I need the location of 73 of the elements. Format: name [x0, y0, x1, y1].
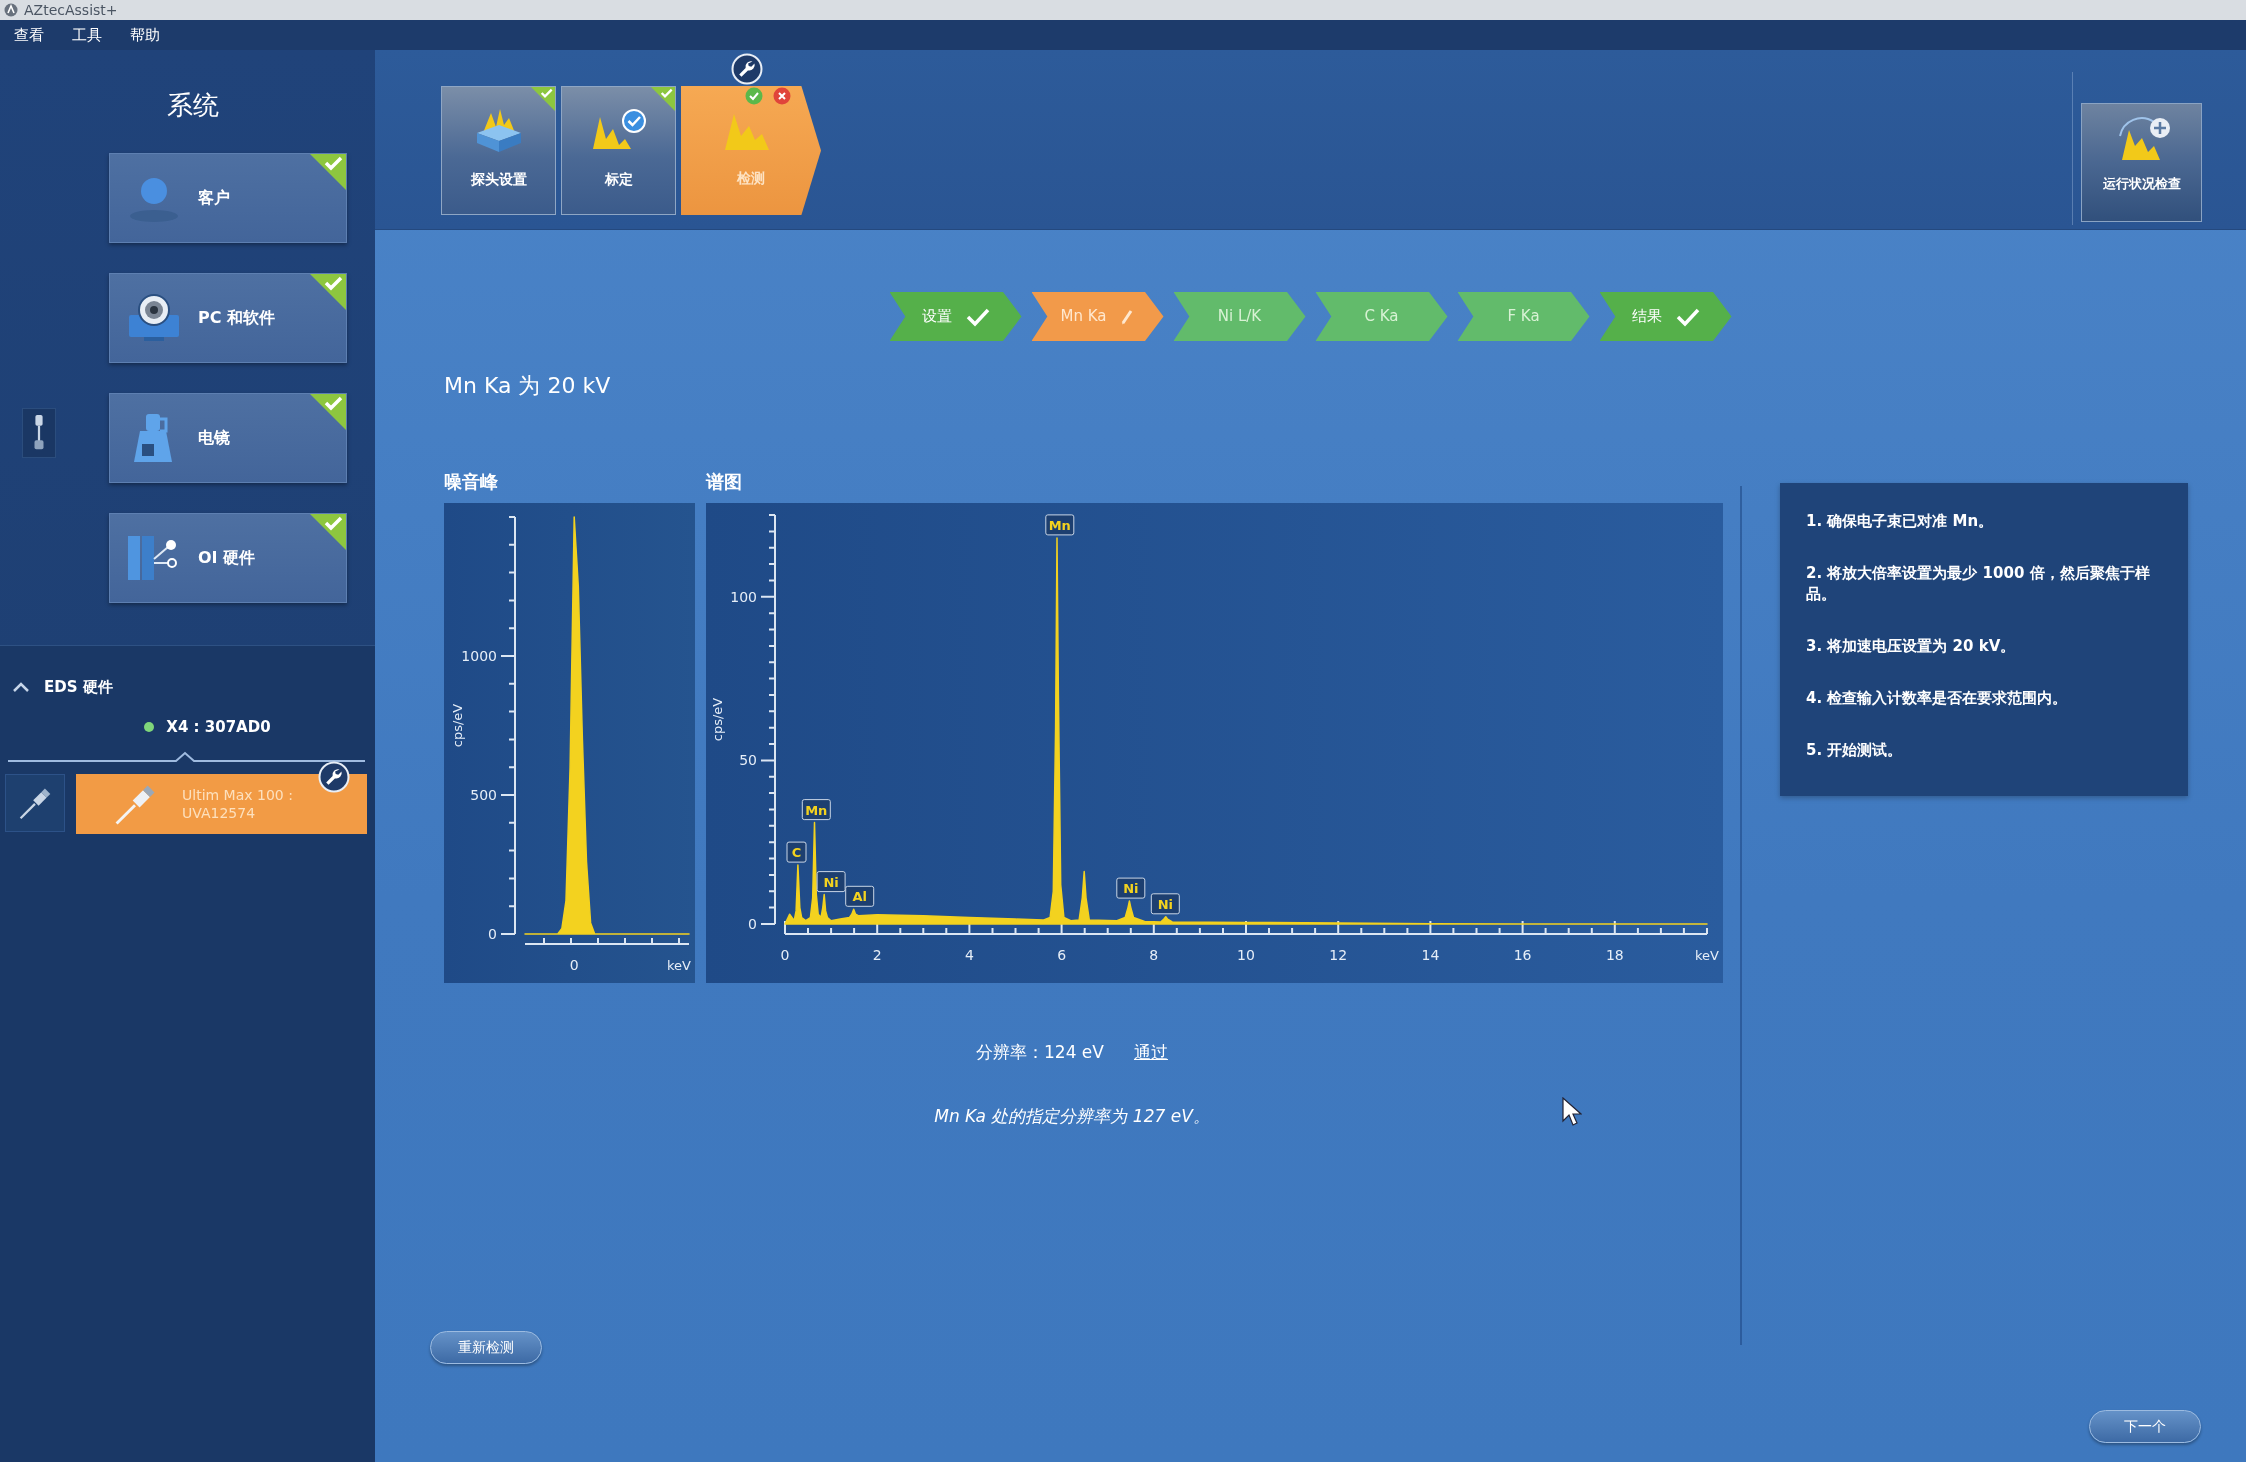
result-link[interactable]: 通过 [1133, 1039, 1168, 1065]
monitor-camera-icon [126, 293, 182, 343]
tick-label: 6 [1057, 947, 1067, 963]
sidebar-item[interactable]: OI 硬件 [109, 513, 347, 603]
wrench-icon[interactable] [318, 761, 350, 793]
tick-label: 12 [1329, 947, 1348, 963]
tick-label: 0 [569, 957, 579, 973]
instruction-text: 5. 开始测试。 [1806, 740, 1904, 761]
menu-item[interactable]: 帮助 [128, 24, 162, 46]
health-check-button[interactable]: 运行状况检查 [2081, 103, 2202, 222]
note-text: Mn Ka 处的指定分辨率为 127 eV。 [934, 1105, 1210, 1128]
axis-title: keV [1695, 948, 1719, 963]
annotation: Ni [823, 874, 839, 890]
tick-label: 16 [1513, 947, 1532, 963]
tab[interactable]: 标定 [561, 86, 676, 215]
tick-label: 18 [1605, 947, 1624, 963]
tick-label: 500 [470, 787, 497, 803]
peak-label: Ni [816, 871, 846, 893]
page-heading: Mn Ka 为 20 kV [444, 372, 611, 400]
menu-item[interactable]: 工具 [70, 24, 104, 46]
tab[interactable]: 探头设置 [441, 86, 556, 215]
chart-title: 噪音峰 [444, 470, 498, 494]
menu-item[interactable]: 查看 [12, 24, 46, 46]
instruction-text: 1. 确保电子束已对准 Mn。 [1806, 511, 1995, 532]
tick-label: 1000 [461, 648, 497, 664]
instruction-text: 4. 检查输入计数率是否在要求范围内。 [1806, 688, 2069, 709]
step-chevron[interactable]: 结果 [1599, 292, 1732, 341]
peak-label: Al [845, 885, 875, 907]
instruction-text: 2. 将放大倍率设置为最少 1000 倍，然后聚焦于样品。 [1806, 563, 2151, 605]
peak-label: C [786, 841, 807, 863]
app-icon [4, 3, 18, 17]
section-title: EDS 硬件 [44, 677, 113, 698]
tick-label: 100 [730, 588, 757, 605]
axis-title: cps/eV [710, 697, 725, 742]
tick-label: 10 [1237, 947, 1255, 963]
peak-label: Mn [1045, 514, 1075, 536]
cursor-icon [1562, 1097, 1582, 1127]
check-circle-icon [745, 87, 763, 105]
device-label: X4 : 307AD0 [166, 717, 271, 738]
resolution-text: 分辨率：124 eV [976, 1041, 1104, 1064]
wrench-icon[interactable] [731, 53, 763, 85]
axis-title: keV [667, 958, 691, 973]
annotation: Ni [1123, 881, 1139, 897]
tick-label: 0 [488, 926, 497, 942]
chart-title: 谱图 [706, 470, 742, 494]
tick-label: 50 [739, 752, 757, 769]
pencil-icon [1120, 308, 1135, 325]
annotation: Ni [1157, 896, 1173, 912]
sidebar-title: 系统 [165, 89, 220, 122]
chevron-up-icon[interactable] [12, 681, 30, 693]
tick-label: 14 [1421, 947, 1440, 963]
probe-icon[interactable] [5, 774, 65, 832]
sidebar-item[interactable]: 电镜 [109, 393, 347, 483]
peak-label: Ni [1116, 877, 1146, 899]
probe-icon[interactable] [22, 408, 56, 458]
retest-button[interactable]: 重新检测 [430, 1331, 542, 1364]
tick-label: 8 [1149, 947, 1159, 963]
peak-label: Ni [1150, 893, 1180, 915]
error-circle-icon [773, 87, 791, 105]
annotation: Al [852, 889, 867, 905]
sidebar-item[interactable]: PC 和软件 [109, 273, 347, 363]
tick-label: 0 [748, 916, 757, 932]
annotation: C [791, 845, 802, 861]
step-chevron[interactable]: 设置 [889, 292, 1022, 341]
tick-label: 4 [964, 947, 974, 963]
next-button[interactable]: 下一个 [2089, 1410, 2201, 1443]
window-title: AZtecAssist+ [24, 1, 118, 20]
peak-label: Mn [801, 799, 831, 821]
tick-label: 0 [780, 947, 790, 963]
sidebar-item[interactable]: 客户 [109, 153, 347, 243]
axis-title: cps/eV [450, 703, 465, 748]
tick-label: 2 [872, 947, 882, 963]
instruction-text: 3. 将加速电压设置为 20 kV。 [1806, 636, 2017, 657]
